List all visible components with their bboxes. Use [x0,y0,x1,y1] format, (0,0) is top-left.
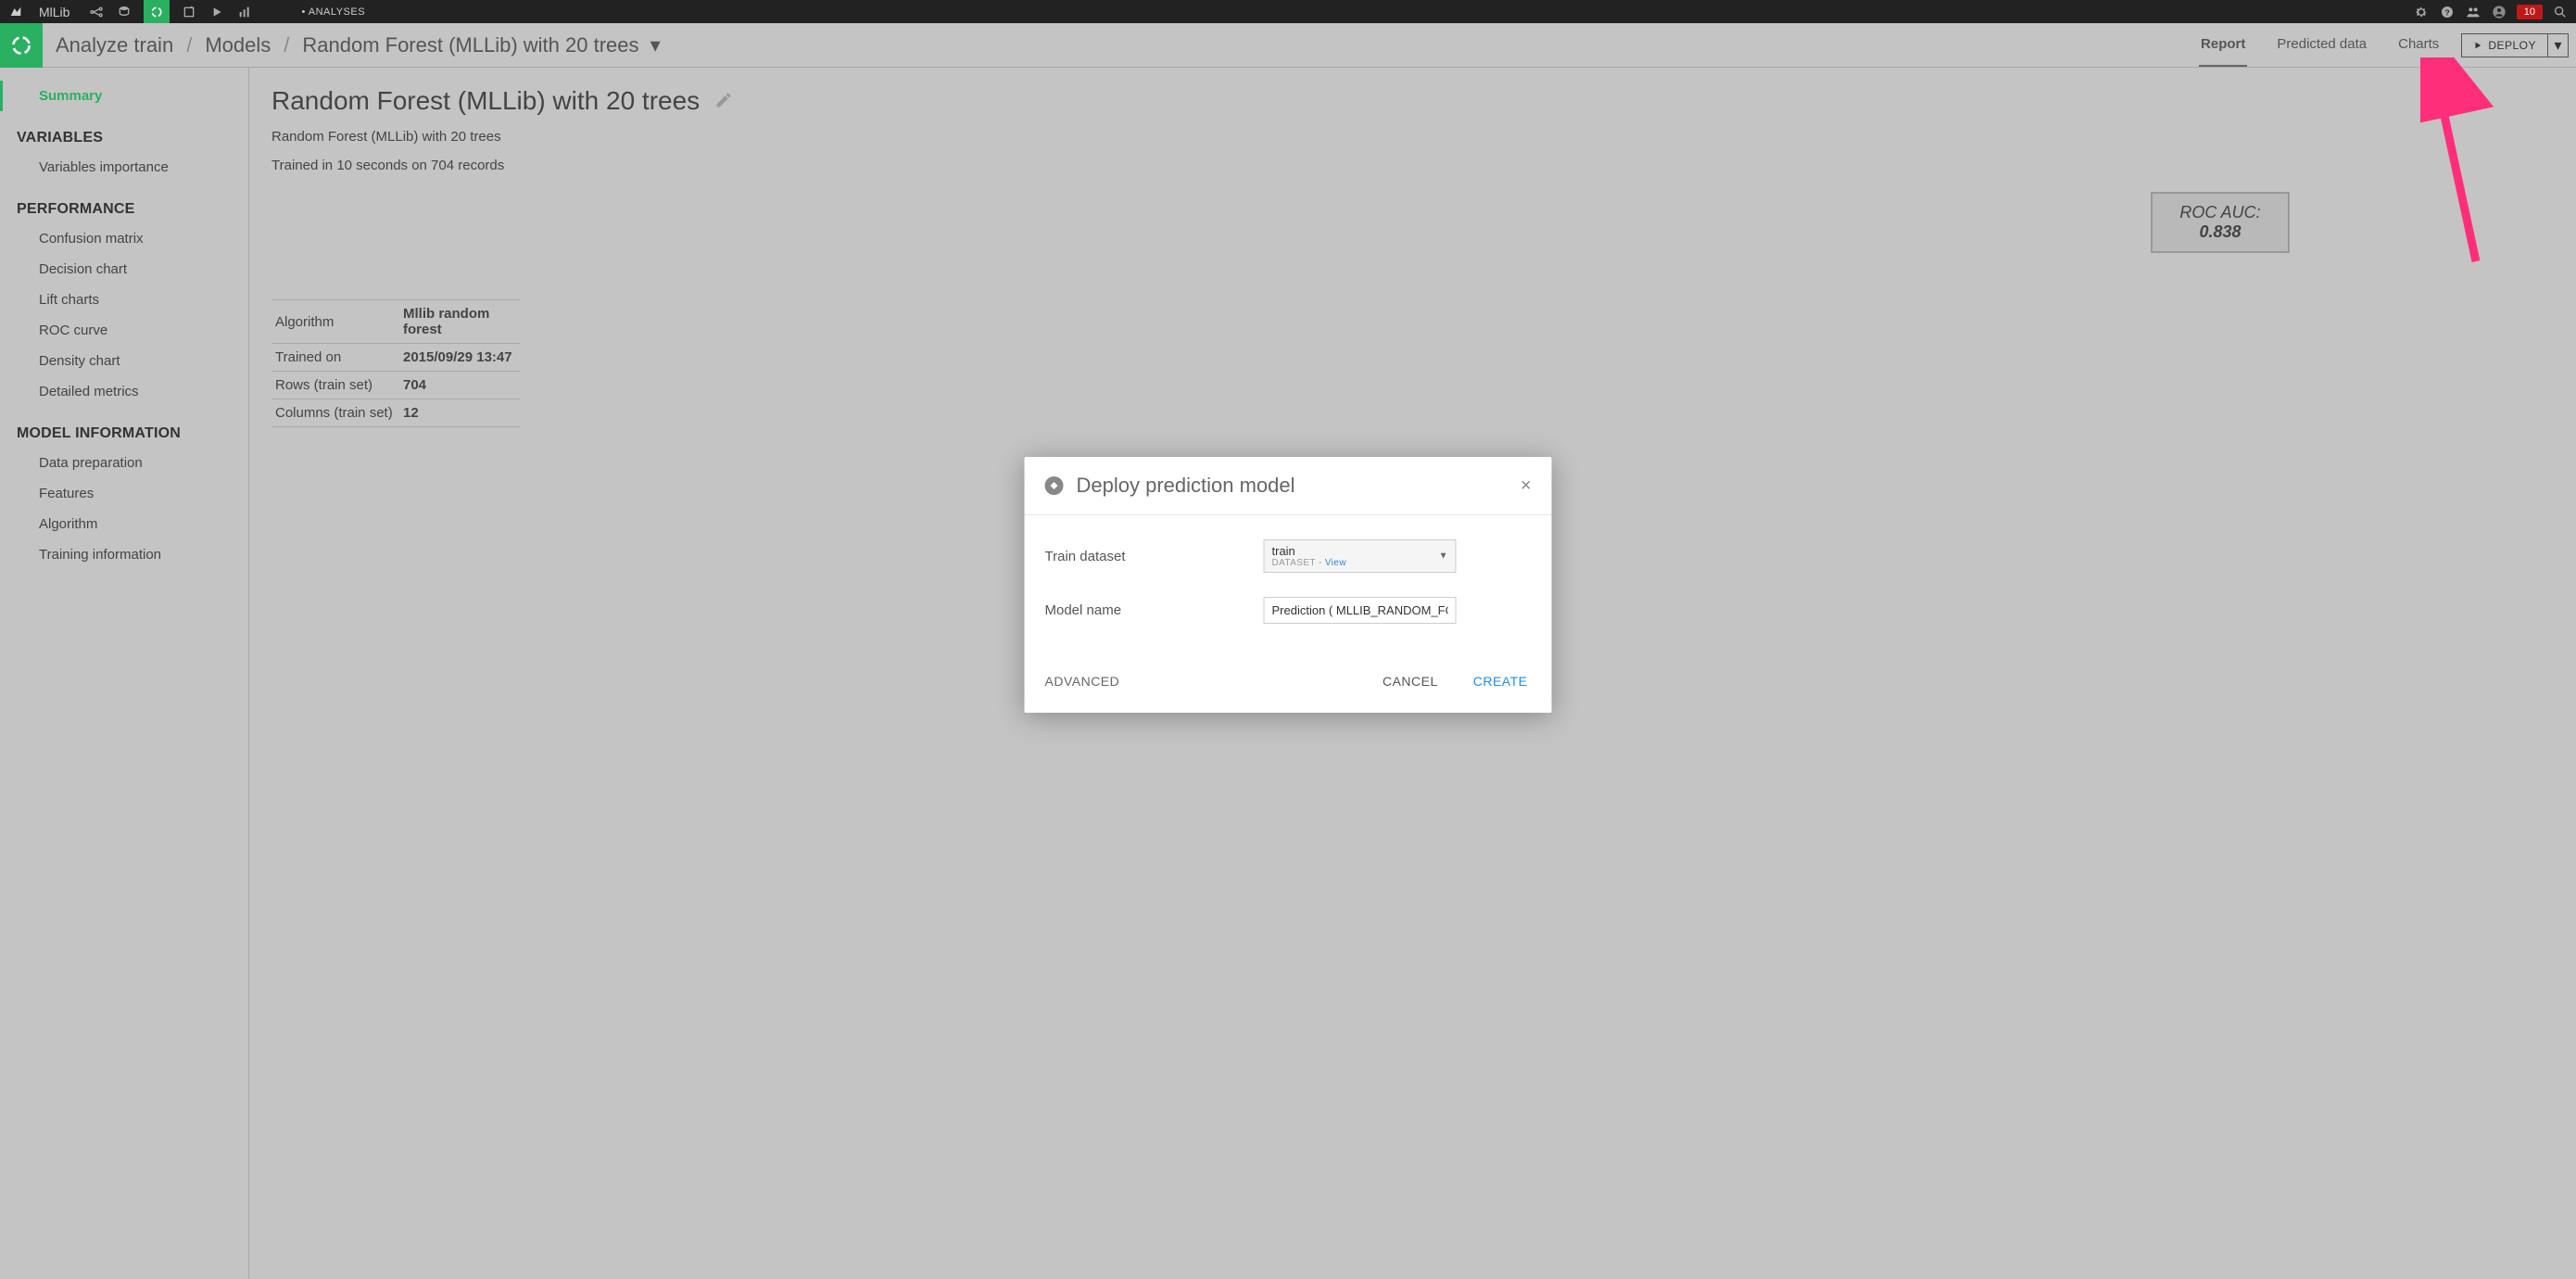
help-icon[interactable]: ? [2439,4,2456,20]
notification-badge[interactable]: 10 [2517,5,2543,19]
train-dataset-label: Train dataset [1045,549,1264,564]
train-dataset-select[interactable]: train DATASET - View ▼ [1264,539,1457,573]
deploy-button[interactable]: DEPLOY [2461,33,2548,57]
chevron-down-icon: ▾ [650,33,661,57]
user-avatar-icon[interactable] [2491,4,2507,20]
modal-title: Deploy prediction model [1077,474,1295,498]
search-icon[interactable] [2552,4,2569,20]
deploy-button-group: DEPLOY ▾ [2461,33,2569,57]
train-dataset-view-link[interactable]: View [1325,558,1346,568]
tag-icon [1045,476,1064,495]
form-row-model-name: Model name [1045,597,1532,624]
gear-icon[interactable] [2413,4,2430,20]
analysis-badge-icon [0,23,43,68]
cancel-button[interactable]: CANCEL [1379,668,1442,694]
breadcrumb-analyze-train[interactable]: Analyze train [56,33,173,57]
secondary-header: Analyze train / Models / Random Forest (… [0,23,2576,68]
close-icon[interactable]: × [1521,475,1532,497]
breadcrumb-separator: / [186,33,192,57]
header-tabs: Report Predicted data Charts [2199,23,2461,67]
analyses-label[interactable]: ANALYSES [301,6,365,18]
svg-text:?: ? [2444,7,2449,17]
top-nav-bar: MlLib ANALYSES ? [0,0,2576,23]
modal-header: Deploy prediction model × [1025,457,1552,515]
modal-backdrop: Deploy prediction model × Train dataset … [0,68,2576,1279]
jobs-play-icon[interactable] [208,4,225,20]
create-button[interactable]: CREATE [1470,668,1532,694]
deploy-modal: Deploy prediction model × Train dataset … [1025,457,1552,713]
deploy-button-label: DEPLOY [2488,39,2536,52]
advanced-button[interactable]: ADVANCED [1045,674,1120,689]
train-dataset-subtext: DATASET - View [1272,558,1448,568]
model-name-label: Model name [1045,602,1264,618]
deploy-dropdown-caret[interactable]: ▾ [2548,33,2569,57]
train-dataset-value: train [1272,544,1448,558]
breadcrumb-current-label: Random Forest (MLLib) with 20 trees [302,33,638,57]
analysis-icon[interactable] [144,0,170,23]
breadcrumb: Analyze train / Models / Random Forest (… [56,33,661,57]
modal-footer: ADVANCED CANCEL CREATE [1025,657,1552,713]
notebook-icon[interactable] [181,4,197,20]
modal-body: Train dataset train DATASET - View ▼ Mod… [1025,515,1552,657]
play-icon [2473,41,2482,50]
tab-charts[interactable]: Charts [2396,23,2441,67]
model-name-input[interactable] [1264,597,1457,624]
project-name[interactable]: MlLib [39,5,69,19]
breadcrumb-models[interactable]: Models [205,33,271,57]
dataset-icon[interactable] [116,4,133,20]
breadcrumb-current[interactable]: Random Forest (MLLib) with 20 trees ▾ [302,33,660,57]
tab-report[interactable]: Report [2199,23,2247,67]
users-icon[interactable] [2465,4,2481,20]
breadcrumb-separator: / [284,33,289,57]
form-row-train-dataset: Train dataset train DATASET - View ▼ [1045,539,1532,573]
dashboards-icon[interactable] [236,4,253,20]
flow-icon[interactable] [88,4,105,20]
bird-logo-icon[interactable] [7,4,24,20]
chevron-down-icon: ▼ [1439,551,1448,562]
tab-predicted-data[interactable]: Predicted data [2275,23,2368,67]
